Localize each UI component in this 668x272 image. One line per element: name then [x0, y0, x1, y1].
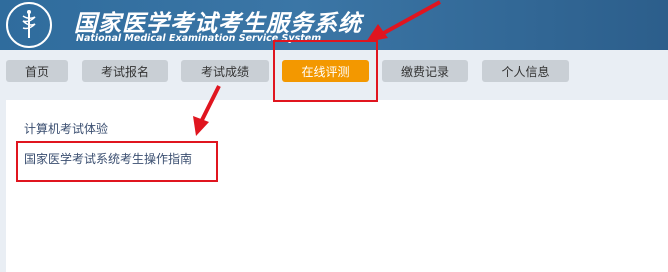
annotation-arrows: [193, 0, 441, 136]
arrow-to-guide: [193, 85, 221, 136]
arrow-to-nav: [366, 0, 441, 42]
